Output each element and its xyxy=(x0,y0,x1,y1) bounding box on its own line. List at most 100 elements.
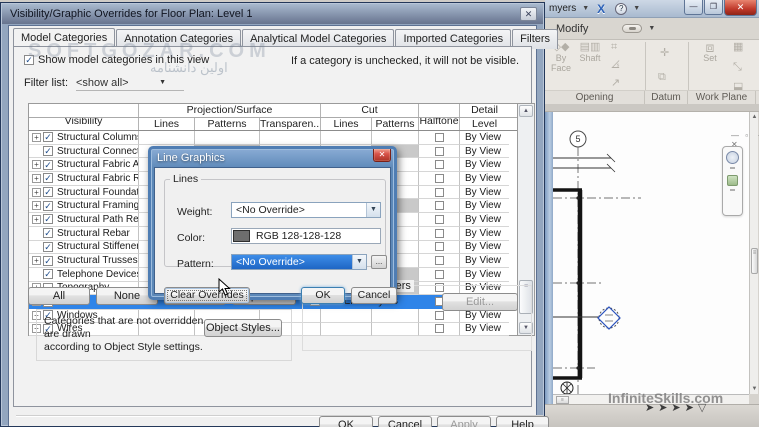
maximize-button[interactable]: ❐ xyxy=(704,0,723,15)
halftone-checkbox[interactable] xyxy=(435,229,444,238)
halftone-checkbox[interactable] xyxy=(435,160,444,169)
halftone-cell[interactable] xyxy=(419,158,460,172)
detail-level-cell[interactable]: By View xyxy=(460,268,509,282)
visibility-cell[interactable]: Structural Connectio... xyxy=(29,145,139,159)
app-close-button[interactable]: ✕ xyxy=(724,0,757,16)
visibility-checkbox[interactable] xyxy=(43,214,53,224)
signin-user[interactable]: myers xyxy=(549,3,576,14)
expand-icon[interactable]: + xyxy=(32,174,41,183)
halftone-cell[interactable] xyxy=(419,199,460,213)
table-scroll-up-icon[interactable]: ▲ xyxy=(519,105,533,117)
override-cell[interactable] xyxy=(260,131,321,145)
detail-level-cell[interactable]: By View xyxy=(460,213,509,227)
opening-tool-icon-2[interactable]: ⦞ xyxy=(611,60,619,71)
halftone-cell[interactable] xyxy=(419,131,460,145)
cancel-button[interactable]: Cancel xyxy=(378,416,432,427)
exchange-apps-icon[interactable]: X xyxy=(597,2,605,16)
apply-button[interactable]: Apply xyxy=(437,416,491,427)
chevron-down-icon[interactable]: ▼ xyxy=(366,203,380,217)
ok-button[interactable]: OK xyxy=(319,416,373,427)
override-cell[interactable] xyxy=(139,131,195,145)
line-graphics-close-button[interactable]: ✕ xyxy=(373,149,391,162)
halftone-checkbox[interactable] xyxy=(435,256,444,265)
expand-icon[interactable]: + xyxy=(32,201,41,210)
drawing-canvas[interactable]: 5 xyxy=(553,112,749,394)
override-cell[interactable] xyxy=(321,131,372,145)
detail-level-cell[interactable]: By View xyxy=(460,145,509,159)
dialog-close-button[interactable]: ✕ xyxy=(520,7,537,21)
clear-overrides-button[interactable]: Clear Overrides xyxy=(164,287,250,304)
steering-wheel-icon[interactable] xyxy=(726,151,739,164)
workplane-icon-1[interactable]: ▦ xyxy=(733,42,743,53)
visibility-cell[interactable]: +Structural Fabric Rei... xyxy=(29,172,139,186)
edit-button[interactable]: Edit... xyxy=(442,293,518,311)
vertical-scrollbar[interactable]: ▲ ≡ ▼ xyxy=(749,112,758,394)
grid-icon[interactable]: ⧉ xyxy=(658,72,666,83)
visibility-checkbox[interactable] xyxy=(43,269,53,279)
halftone-cell[interactable] xyxy=(419,227,460,241)
zoom-icon[interactable] xyxy=(727,175,738,186)
visibility-checkbox[interactable] xyxy=(43,160,53,170)
chevron-down-icon[interactable]: ▼ xyxy=(352,255,366,269)
detail-level-cell[interactable]: By View xyxy=(460,254,509,268)
visibility-checkbox[interactable] xyxy=(43,187,53,197)
level-icon[interactable]: ✛ xyxy=(660,48,669,59)
halftone-checkbox[interactable] xyxy=(435,270,444,279)
ribbon-toggle-caret-icon[interactable]: ▼ xyxy=(648,25,655,32)
ribbon-display-toggle[interactable] xyxy=(622,24,642,33)
color-picker-field[interactable]: RGB 128-128-128 xyxy=(231,228,381,244)
visibility-checkbox[interactable] xyxy=(43,146,53,156)
all-button[interactable]: All xyxy=(28,287,90,305)
navigation-bar[interactable] xyxy=(722,146,743,216)
expand-icon[interactable]: + xyxy=(32,256,41,265)
visibility-checkbox[interactable] xyxy=(43,256,53,266)
line-graphics-ok-button[interactable]: OK xyxy=(301,287,345,304)
visibility-cell[interactable]: +Structural Trusses xyxy=(29,254,139,268)
expand-icon[interactable]: + xyxy=(32,215,41,224)
detail-level-cell[interactable]: By View xyxy=(460,186,509,200)
set-workplane-button[interactable]: ⧈ Set xyxy=(697,42,723,63)
object-styles-button[interactable]: Object Styles... xyxy=(204,319,282,337)
horizontal-scroll-thumb[interactable]: ≡ xyxy=(556,396,569,404)
override-cell[interactable] xyxy=(195,131,260,145)
visibility-cell[interactable]: +Structural Framing xyxy=(29,199,139,213)
halftone-checkbox[interactable] xyxy=(435,242,444,251)
halftone-checkbox[interactable] xyxy=(435,133,444,142)
detail-level-cell[interactable]: By View xyxy=(460,227,509,241)
halftone-checkbox[interactable] xyxy=(435,215,444,224)
visibility-cell[interactable]: Structural Stiffeners xyxy=(29,241,139,255)
detail-level-cell[interactable]: By View xyxy=(460,131,509,145)
visibility-cell[interactable]: +Structural Fabric Are... xyxy=(29,158,139,172)
visibility-cell[interactable]: Structural Rebar xyxy=(29,227,139,241)
halftone-checkbox[interactable] xyxy=(435,188,444,197)
visibility-cell[interactable]: +Structural Foundatio... xyxy=(29,186,139,200)
shaft-button[interactable]: ▤▥ Shaft xyxy=(577,42,603,63)
detail-level-cell[interactable]: By View xyxy=(460,199,509,213)
dialog-titlebar[interactable]: Visibility/Graphic Overrides for Floor P… xyxy=(2,4,543,24)
line-graphics-titlebar[interactable]: Line Graphics ✕ xyxy=(151,149,394,167)
weight-dropdown[interactable]: <No Override> ▼ xyxy=(231,202,381,218)
halftone-cell[interactable] xyxy=(419,254,460,268)
workplane-icon-2[interactable]: ⤡ xyxy=(733,62,742,73)
halftone-cell[interactable] xyxy=(419,241,460,255)
help-dropdown-caret-icon[interactable]: ▼ xyxy=(633,5,640,12)
user-dropdown-caret-icon[interactable]: ▼ xyxy=(582,5,589,12)
line-graphics-cancel-button[interactable]: Cancel xyxy=(351,287,397,304)
expand-icon[interactable]: + xyxy=(32,160,41,169)
visibility-cell[interactable]: +Structural Path Reinf... xyxy=(29,213,139,227)
expand-icon[interactable]: + xyxy=(32,133,41,142)
scroll-up-icon[interactable]: ▲ xyxy=(750,114,759,120)
halftone-cell[interactable] xyxy=(419,268,460,282)
halftone-checkbox[interactable] xyxy=(435,147,444,156)
halftone-cell[interactable] xyxy=(419,213,460,227)
halftone-cell[interactable] xyxy=(419,172,460,186)
table-row[interactable]: +Structural Columns By View xyxy=(29,131,517,145)
visibility-checkbox[interactable] xyxy=(43,201,53,211)
visibility-cell[interactable]: +Structural Columns xyxy=(29,131,139,145)
expand-icon[interactable]: + xyxy=(32,188,41,197)
halftone-cell[interactable] xyxy=(419,145,460,159)
help-button[interactable]: Help xyxy=(496,416,549,427)
halftone-checkbox[interactable] xyxy=(435,201,444,210)
pattern-dropdown[interactable]: <No Override> ▼ xyxy=(231,254,367,270)
visibility-checkbox[interactable] xyxy=(43,132,53,142)
